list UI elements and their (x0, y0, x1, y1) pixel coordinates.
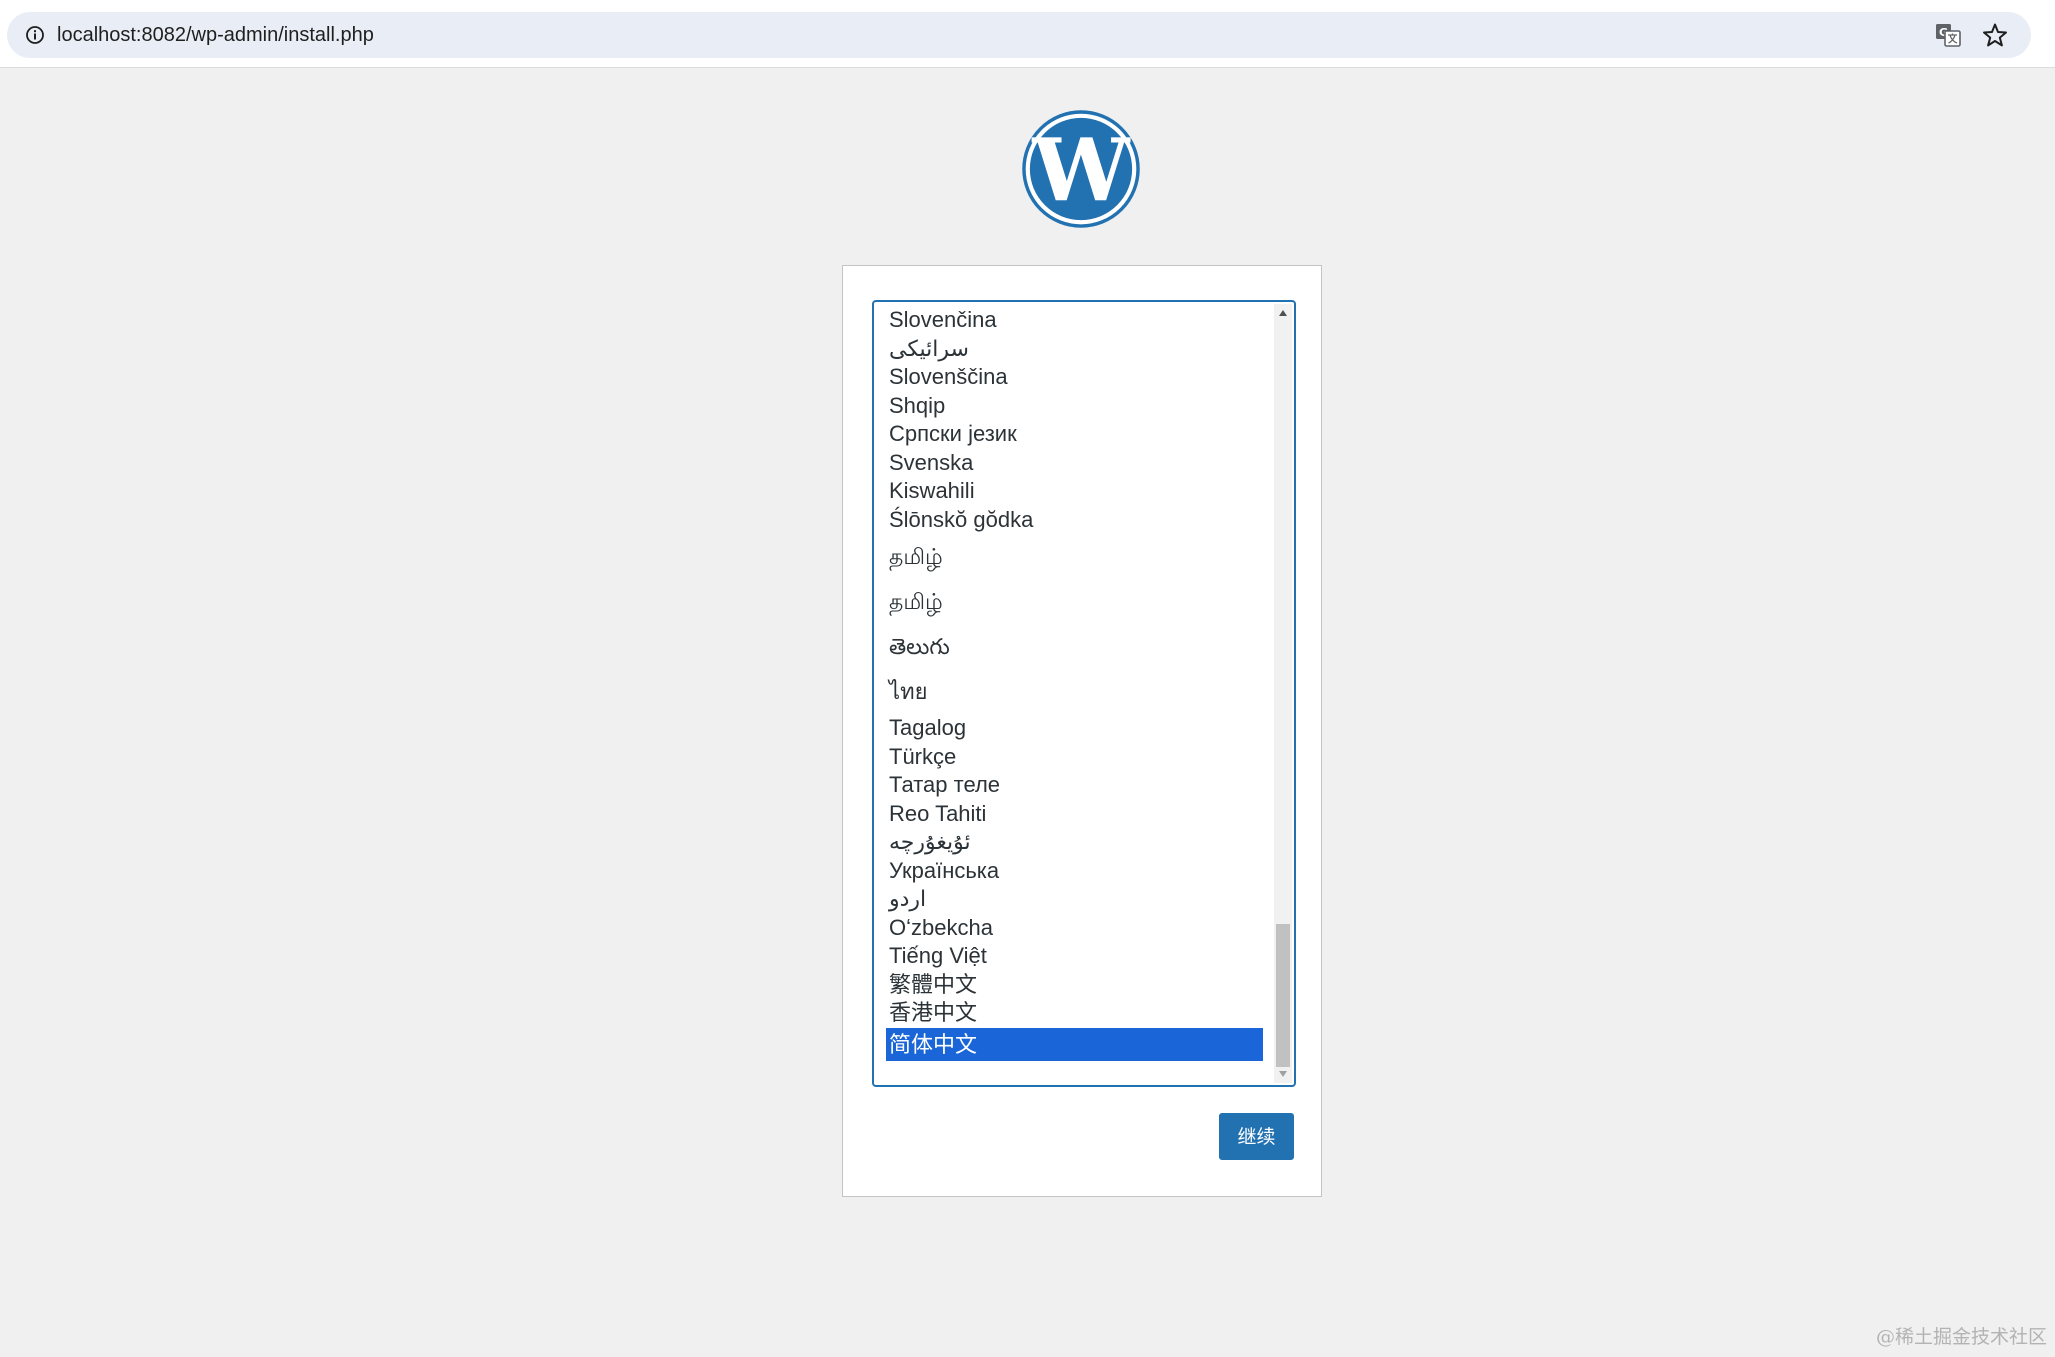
language-option-svenska[interactable]: Svenska (886, 449, 1263, 478)
language-option-tatar[interactable]: Татар теле (886, 771, 1263, 800)
language-option-saraiki[interactable]: سرائیکی (886, 335, 1263, 364)
language-option-telugu[interactable]: తెలుగు (886, 624, 1263, 669)
language-option-simplified-chinese[interactable]: 简体中文 (886, 1027, 1263, 1061)
language-option-serbian[interactable]: Српски језик (886, 420, 1263, 449)
language-option-slovencina[interactable]: Slovenčina (886, 306, 1263, 335)
language-option-tamil-in[interactable]: தமிழ் (886, 534, 1263, 579)
url-text[interactable]: localhost:8082/wp-admin/install.php (57, 23, 374, 47)
language-option-tagalog[interactable]: Tagalog (886, 714, 1263, 743)
browser-toolbar: localhost:8082/wp-admin/install.php G (0, 0, 2055, 68)
wordpress-logo: W (1022, 110, 1140, 228)
language-option-thai[interactable]: ไทย (886, 669, 1263, 714)
language-chooser-box: Slovenčina سرائیکی Slovenščina Shqip Срп… (842, 265, 1322, 1197)
language-option-reo-tahiti[interactable]: Reo Tahiti (886, 800, 1263, 829)
language-option-hong-kong-chinese[interactable]: 香港中文 (886, 999, 1263, 1028)
translate-icon[interactable]: G (1935, 23, 1961, 47)
language-option-uyghur[interactable]: ئۇيغۇرچە (886, 828, 1263, 857)
language-options: Slovenčina سرائیکی Slovenščina Shqip Срп… (886, 306, 1263, 1061)
info-circle-icon[interactable] (25, 25, 45, 45)
scrollbar-thumb[interactable] (1276, 924, 1290, 1067)
language-option-turkce[interactable]: Türkçe (886, 743, 1263, 772)
language-option-kiswahili[interactable]: Kiswahili (886, 477, 1263, 506)
scroll-up-arrow-icon[interactable] (1279, 310, 1287, 316)
language-option-traditional-chinese[interactable]: 繁體中文 (886, 971, 1263, 1000)
continue-button[interactable]: 继续 (1219, 1113, 1294, 1160)
address-bar[interactable]: localhost:8082/wp-admin/install.php G (7, 12, 2031, 58)
language-list-scrollbar[interactable] (1274, 304, 1292, 1083)
language-option-silesian[interactable]: Ślōnskŏ gŏdka (886, 506, 1263, 535)
language-option-uzbek[interactable]: Oʻzbekcha (886, 914, 1263, 943)
scroll-down-arrow-icon[interactable] (1279, 1071, 1287, 1077)
language-option-urdu[interactable]: اردو (886, 885, 1263, 914)
watermark: @稀土掘金技术社区 (1875, 1326, 2047, 1348)
language-option-slovenscina[interactable]: Slovenščina (886, 363, 1263, 392)
language-option-ukrainian[interactable]: Українська (886, 857, 1263, 886)
language-option-shqip[interactable]: Shqip (886, 392, 1263, 421)
language-option-tamil-lk[interactable]: தமிழ் (886, 579, 1263, 624)
svg-text:W: W (1031, 120, 1131, 221)
star-icon[interactable] (1982, 22, 2008, 48)
language-option-vietnamese[interactable]: Tiếng Việt (886, 942, 1263, 971)
language-select[interactable]: Slovenčina سرائیکی Slovenščina Shqip Срп… (872, 300, 1296, 1087)
